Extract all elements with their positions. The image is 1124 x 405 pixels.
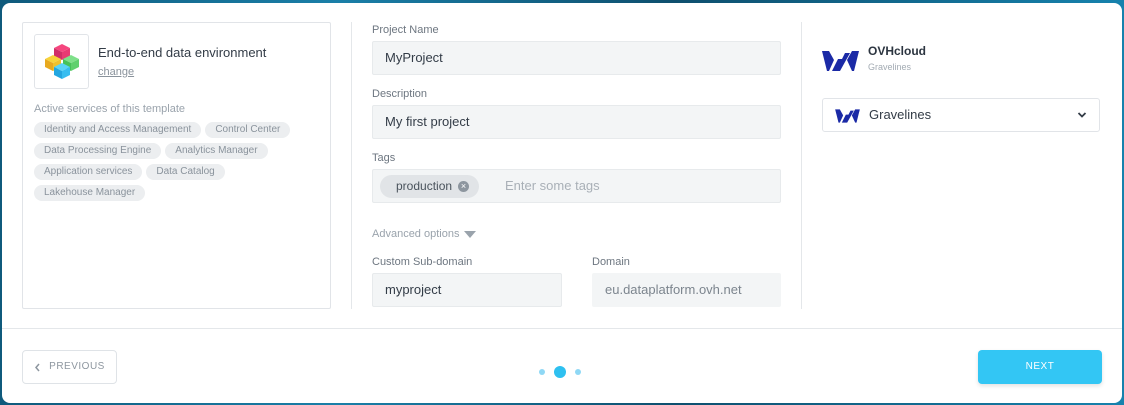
service-chip: Data Catalog xyxy=(146,164,225,180)
provider-name: OVHcloud xyxy=(868,44,927,58)
service-chip: Analytics Manager xyxy=(165,143,268,159)
advanced-options-label: Advanced options xyxy=(372,228,460,240)
domain-value: eu.dataplatform.ovh.net xyxy=(592,273,781,307)
project-name-label: Project Name xyxy=(372,24,439,36)
region-select-value: Gravelines xyxy=(869,107,932,122)
description-label: Description xyxy=(372,88,428,100)
subdomain-input[interactable]: myproject xyxy=(372,273,562,307)
services-list: Identity and Access Management Control C… xyxy=(34,122,324,201)
advanced-options-toggle[interactable]: Advanced options xyxy=(372,228,477,240)
template-logo xyxy=(34,34,89,89)
previous-button-label: PREVIOUS xyxy=(49,361,105,372)
change-template-link[interactable]: change xyxy=(98,66,134,78)
chevron-left-icon xyxy=(35,363,40,371)
region-select[interactable]: Gravelines xyxy=(822,98,1100,132)
services-heading: Active services of this template xyxy=(34,103,186,115)
caret-down-icon xyxy=(464,230,477,238)
data-cubes-icon xyxy=(45,44,79,79)
previous-button[interactable]: PREVIOUS xyxy=(22,350,117,384)
description-input[interactable]: My first project xyxy=(372,105,781,139)
column-divider xyxy=(351,22,352,309)
ovhcloud-logo-icon xyxy=(822,51,859,71)
template-card: End-to-end data environment change Activ… xyxy=(22,22,331,309)
tag-remove-icon[interactable]: × xyxy=(458,181,470,192)
step-dot[interactable] xyxy=(575,369,581,375)
service-chip: Control Center xyxy=(205,122,291,138)
project-wizard-dialog: End-to-end data environment change Activ… xyxy=(2,3,1122,403)
service-chip: Application services xyxy=(34,164,143,180)
subdomain-label: Custom Sub-domain xyxy=(372,256,473,268)
service-chip: Data Processing Engine xyxy=(34,143,162,159)
tags-label: Tags xyxy=(372,152,396,164)
provider-region-sub: Gravelines xyxy=(868,62,912,72)
service-chip: Identity and Access Management xyxy=(34,122,202,138)
project-name-input[interactable]: MyProject xyxy=(372,41,781,75)
service-chip: Lakehouse Manager xyxy=(34,185,146,201)
chevron-down-icon xyxy=(1077,112,1087,118)
step-dot-active[interactable] xyxy=(554,366,566,378)
step-dot[interactable] xyxy=(539,369,545,375)
step-indicator xyxy=(539,366,581,378)
column-divider xyxy=(801,22,802,309)
ovhcloud-logo-icon xyxy=(835,109,860,123)
tag-chip: production × xyxy=(380,175,480,198)
footer-divider xyxy=(2,328,1122,329)
domain-label: Domain xyxy=(592,256,630,268)
tag-chip-label: production xyxy=(396,179,453,193)
tags-input[interactable]: production × Enter some tags xyxy=(372,169,781,203)
template-title: End-to-end data environment xyxy=(98,45,267,60)
tags-placeholder: Enter some tags xyxy=(505,178,600,193)
next-button[interactable]: NEXT xyxy=(978,350,1102,384)
